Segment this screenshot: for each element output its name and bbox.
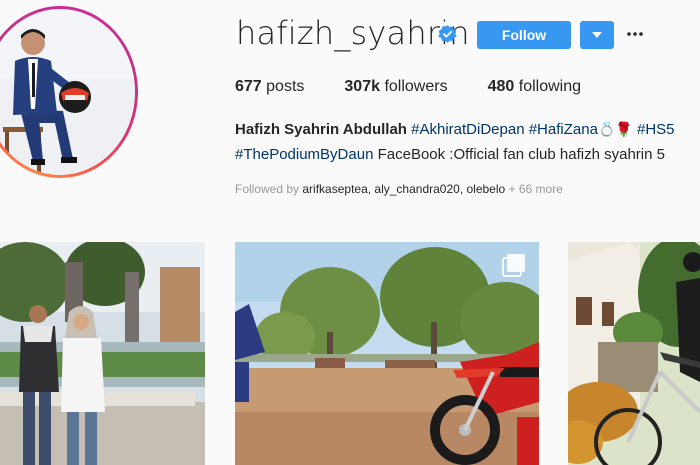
rose-emoji: 🌹 bbox=[615, 121, 633, 137]
followed-by[interactable]: Followed by arifkaseptea, aly_chandra020… bbox=[235, 182, 700, 196]
avatar[interactable] bbox=[0, 9, 135, 175]
bio-line-2: #ThePodiumByDaun FaceBook :Official fan … bbox=[235, 146, 700, 163]
ring-emoji: 💍 bbox=[597, 121, 616, 137]
username: hafizh_syahrin bbox=[236, 14, 470, 52]
hashtag-thepodiumbydaun[interactable]: #ThePodiumByDaun bbox=[235, 146, 373, 163]
full-name: Hafizh Syahrin Abdullah bbox=[235, 121, 407, 138]
followed-by-prefix: Followed by bbox=[235, 182, 300, 196]
followers-label: followers bbox=[384, 78, 448, 95]
story-ring[interactable] bbox=[0, 6, 138, 178]
follow-button[interactable]: Follow bbox=[477, 21, 571, 49]
multiple-photos-icon bbox=[502, 254, 525, 277]
following-stat[interactable]: 480 following bbox=[488, 78, 581, 96]
bio-text: FaceBook :Official fan club hafizh syahr… bbox=[377, 146, 665, 163]
following-count: 480 bbox=[487, 78, 515, 95]
suggestions-dropdown-button[interactable] bbox=[580, 21, 614, 49]
posts-label: posts bbox=[266, 78, 305, 95]
followed-by-more[interactable]: + 66 more bbox=[509, 182, 563, 196]
hashtag-akhiratdidepan[interactable]: #AkhiratDiDepan bbox=[411, 121, 524, 138]
posts-stat: 677 posts bbox=[235, 78, 304, 96]
caret-down-icon bbox=[592, 32, 602, 38]
ellipsis-icon bbox=[627, 32, 643, 36]
hashtag-hafizana[interactable]: #HafiZana bbox=[529, 121, 598, 138]
followers-stat[interactable]: 307k followers bbox=[344, 78, 447, 96]
post-thumbnail[interactable] bbox=[235, 242, 539, 465]
post-thumbnail[interactable] bbox=[568, 242, 700, 465]
followed-by-users[interactable]: arifkaseptea, aly_chandra020, olebelo bbox=[302, 182, 505, 196]
hashtag-hs5[interactable]: #HS5 bbox=[637, 121, 675, 138]
verified-badge-icon bbox=[438, 25, 457, 43]
options-button[interactable] bbox=[626, 24, 644, 44]
post-thumbnail[interactable] bbox=[0, 242, 205, 465]
bio-line-1: Hafizh Syahrin Abdullah #AkhiratDiDepan … bbox=[235, 121, 700, 138]
followers-count: 307k bbox=[344, 78, 380, 95]
following-label: following bbox=[518, 78, 582, 95]
profile-stats: 677 posts 307k followers 480 following bbox=[235, 78, 621, 96]
posts-count: 677 bbox=[235, 78, 262, 95]
